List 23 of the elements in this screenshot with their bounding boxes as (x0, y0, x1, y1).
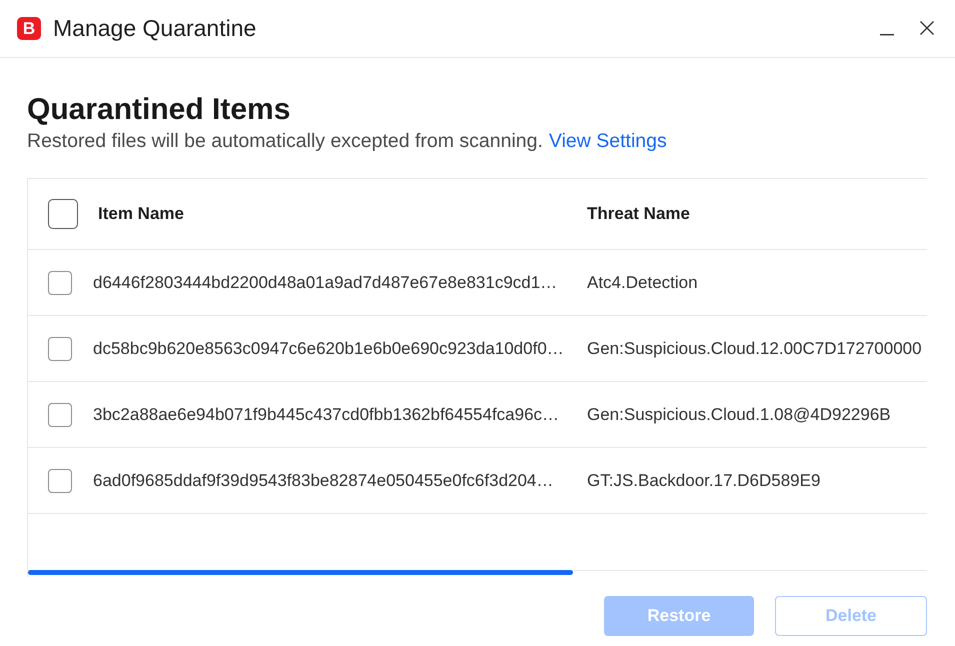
table-cell-text: Atc4.Detection (587, 272, 699, 292)
column-header[interactable]: Item Name (93, 204, 587, 224)
window-title: Manage Quarantine (53, 15, 256, 42)
checkbox[interactable] (48, 270, 72, 294)
column-header[interactable]: Threat Name (587, 204, 927, 224)
view-settings-link[interactable]: View Settings (548, 130, 667, 153)
table-cell-text: dc58bc9b620e8563c0947c6e620b1e6b0e690c923da10d0f0… (93, 338, 565, 358)
section-title: Quarantined Items (27, 92, 292, 128)
checkbox[interactable] (48, 336, 72, 360)
table-cell-text: 3bc2a88ae6e94b071f9b445c437cd0fbb1362bf64554fca96c… (93, 404, 560, 424)
close-icon[interactable] (920, 20, 934, 34)
checkbox[interactable] (48, 199, 78, 229)
table-cell-text: GT:JS.Backdoor.17.D6D589E9 (587, 470, 822, 490)
app-logo: B (17, 17, 41, 40)
table-cell-text: 6ad0f9685ddaf9f39d9543f83be82874e050455e0fc6f3d204… (93, 470, 554, 490)
scrollbar-thumb[interactable] (28, 570, 573, 575)
checkbox[interactable] (48, 468, 72, 492)
checkbox[interactable] (48, 402, 72, 426)
description-text: Restored files will be automatically excepted from scanning. (27, 130, 543, 153)
table-cell-text: Gen:Suspicious.Cloud.1.08@4D92296B (587, 404, 892, 424)
table-cell-text: d6446f2803444bd2200d48a01a9ad7d487e67e8e831c9cd1… (93, 272, 558, 292)
minimize-icon[interactable] (880, 34, 894, 36)
table-cell-text: Gen:Suspicious.Cloud.12.00C7D172700000 (587, 338, 923, 358)
